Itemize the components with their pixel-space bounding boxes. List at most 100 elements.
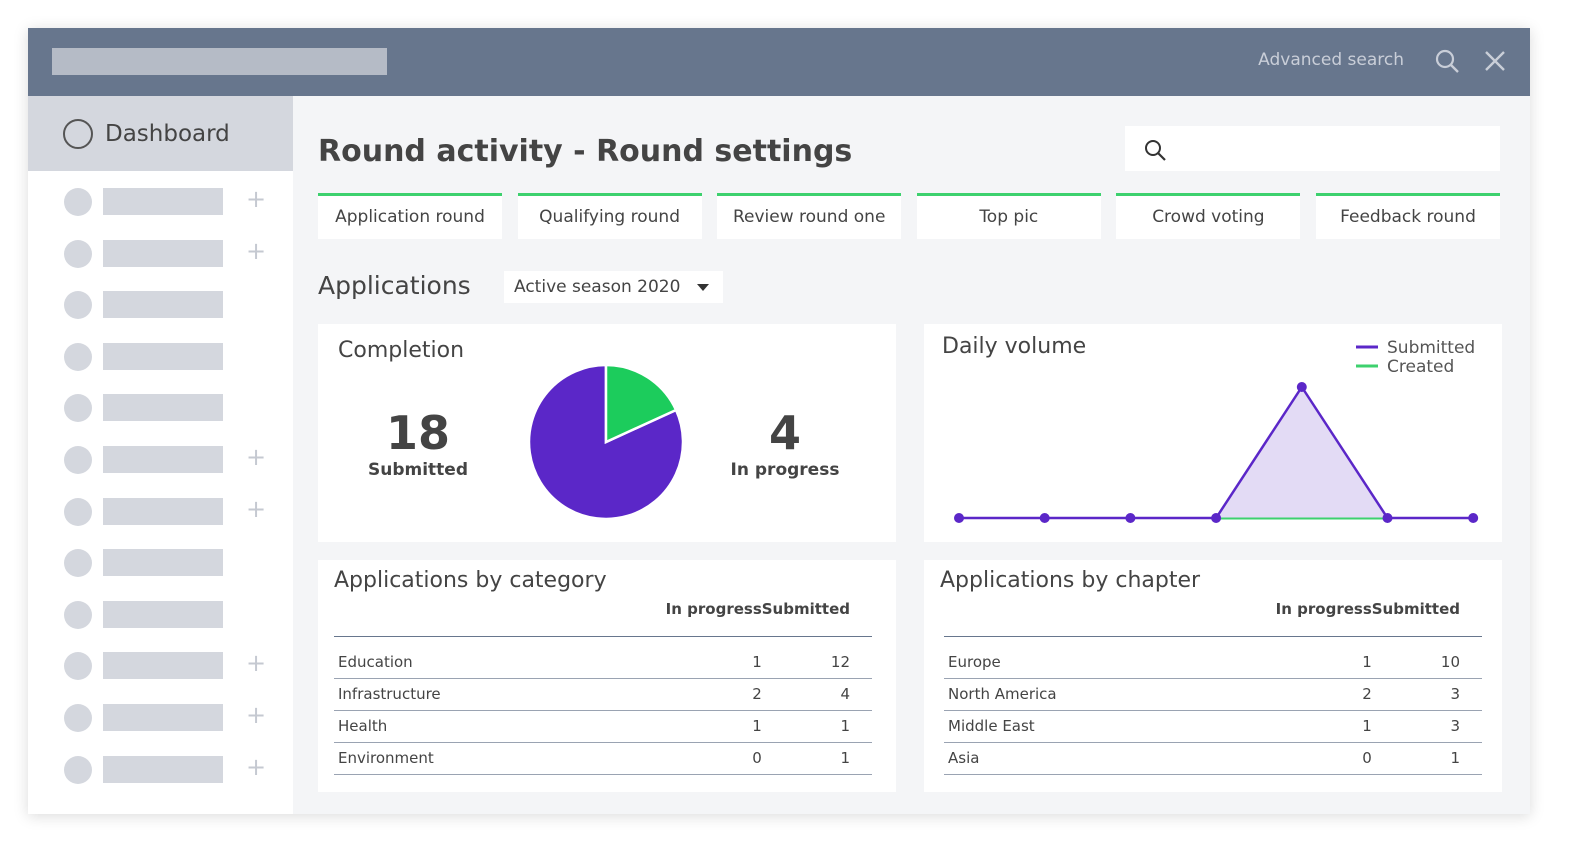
- plus-icon[interactable]: +: [246, 753, 266, 781]
- submitted-value: 12: [761, 636, 872, 679]
- item-label-placeholder: [103, 394, 223, 422]
- submitted-point: [1296, 382, 1307, 392]
- in-progress-value: 1: [641, 710, 762, 743]
- legend-label: Submitted: [1387, 338, 1475, 358]
- sidebar: Dashboard + + + + + + +: [28, 96, 293, 814]
- submitted-area: [959, 387, 1474, 518]
- sidebar-item[interactable]: +: [64, 237, 274, 268]
- item-icon: [64, 394, 92, 423]
- sidebar-item[interactable]: +: [64, 495, 274, 526]
- search-input[interactable]: [1125, 126, 1500, 171]
- item-icon: [64, 446, 92, 474]
- table-row: Education 1 12: [334, 636, 872, 679]
- in-progress-label: In progress: [730, 460, 840, 480]
- submitted-value: 1: [761, 742, 872, 775]
- season-dropdown[interactable]: Active season 2020: [504, 271, 723, 303]
- submitted-point: [1468, 513, 1479, 523]
- item-label-placeholder: [103, 549, 223, 577]
- submitted-point: [954, 513, 964, 523]
- plus-icon[interactable]: +: [246, 701, 266, 729]
- item-icon: [64, 291, 92, 320]
- row-label: Infrastructure: [334, 678, 642, 711]
- circle-icon: [63, 118, 93, 149]
- item-label-placeholder: [103, 704, 223, 731]
- item-icon: [64, 600, 92, 629]
- submitted-label: Submitted: [367, 460, 468, 480]
- submitted-stat: 18 Submitted: [338, 406, 498, 480]
- tab-top-pic[interactable]: Top pic: [916, 193, 1101, 239]
- close-icon[interactable]: [1482, 48, 1508, 74]
- submitted-value: 4: [761, 678, 872, 711]
- item-icon: [64, 239, 92, 268]
- season-value: Active season 2020: [514, 277, 681, 297]
- item-label-placeholder: [103, 342, 223, 370]
- submitted-line: [959, 384, 1474, 520]
- col-submitted: Submitted: [761, 592, 872, 637]
- table-row: Europe 1 10: [944, 636, 1482, 679]
- table-row: Infrastructure 2 4: [334, 678, 872, 711]
- daily-volume-card: Daily volume Submitted Created: [924, 324, 1502, 542]
- item-icon: [64, 704, 92, 732]
- item-label-placeholder: [103, 188, 223, 215]
- tab-feedback-round[interactable]: Feedback round: [1316, 193, 1500, 239]
- sidebar-item[interactable]: +: [64, 649, 274, 681]
- sidebar-item[interactable]: [64, 394, 274, 423]
- item-label-placeholder: [103, 600, 223, 628]
- tab-crowd-voting[interactable]: Crowd voting: [1116, 193, 1301, 239]
- completion-pie: [528, 364, 684, 520]
- submitted-value: 10: [1371, 636, 1482, 679]
- row-label: Asia: [944, 742, 1252, 775]
- tab-qualifying-round[interactable]: Qualifying round: [517, 193, 702, 239]
- tab-application-round[interactable]: Application round: [318, 193, 502, 239]
- submitted-value: 1: [1371, 742, 1482, 775]
- item-label-placeholder: [103, 446, 223, 473]
- sidebar-item[interactable]: [64, 291, 274, 320]
- plus-icon[interactable]: +: [246, 495, 266, 523]
- table-header: In progress Submitted: [334, 592, 872, 637]
- plus-icon[interactable]: +: [246, 237, 266, 265]
- plus-icon[interactable]: +: [246, 649, 266, 677]
- top-bar: Advanced search: [28, 28, 1530, 96]
- in-progress-value: 2: [641, 678, 762, 711]
- col-submitted: Submitted: [1371, 592, 1482, 637]
- sidebar-item[interactable]: [64, 342, 274, 371]
- item-icon: [64, 188, 92, 216]
- category-table: In progress Submitted Education 1 12 Infrastr…: [334, 592, 872, 775]
- table-row: North America 2 3: [944, 678, 1482, 711]
- item-icon: [64, 755, 92, 784]
- row-label: Middle East: [944, 710, 1252, 743]
- col-in-progress: In progress: [1251, 592, 1372, 637]
- submitted-value: 3: [1371, 678, 1482, 711]
- plus-icon[interactable]: +: [246, 185, 266, 213]
- completion-title: Completion: [338, 338, 465, 363]
- daily-volume-chart: SubmittedCreated: [954, 338, 1479, 523]
- sidebar-item[interactable]: +: [64, 185, 274, 216]
- item-icon: [64, 342, 92, 371]
- sidebar-item[interactable]: +: [64, 701, 274, 732]
- item-label-placeholder: [103, 291, 223, 319]
- row-label: Environment: [334, 742, 642, 775]
- item-label-placeholder: [103, 497, 223, 525]
- in-progress-value: 0: [1251, 742, 1372, 775]
- chapter-table: In progress Submitted Europe 1 10 North Ameri…: [944, 592, 1482, 775]
- sidebar-item[interactable]: [64, 600, 274, 629]
- sidebar-item[interactable]: +: [64, 753, 274, 784]
- col-in-progress: In progress: [641, 592, 762, 637]
- in-progress-value: 1: [641, 636, 762, 679]
- plus-icon[interactable]: +: [246, 443, 266, 471]
- sidebar-item[interactable]: +: [64, 443, 274, 474]
- tab-review-round-one[interactable]: Review round one: [717, 193, 902, 239]
- table-row: Middle East 1 3: [944, 710, 1482, 743]
- search-icon[interactable]: [1434, 48, 1460, 74]
- sidebar-item-dashboard[interactable]: Dashboard: [28, 96, 293, 171]
- advanced-search-link[interactable]: Advanced search: [1258, 50, 1404, 70]
- item-label-placeholder: [103, 755, 223, 783]
- sidebar-item[interactable]: [64, 549, 274, 578]
- app-title-placeholder: [52, 48, 387, 75]
- in-progress-count: 4: [768, 406, 801, 460]
- item-icon: [64, 652, 92, 681]
- table-row: Environment 0 1: [334, 742, 872, 775]
- chapter-title: Applications by chapter: [940, 568, 1201, 593]
- item-icon: [64, 549, 92, 578]
- submitted-point: [1039, 513, 1050, 523]
